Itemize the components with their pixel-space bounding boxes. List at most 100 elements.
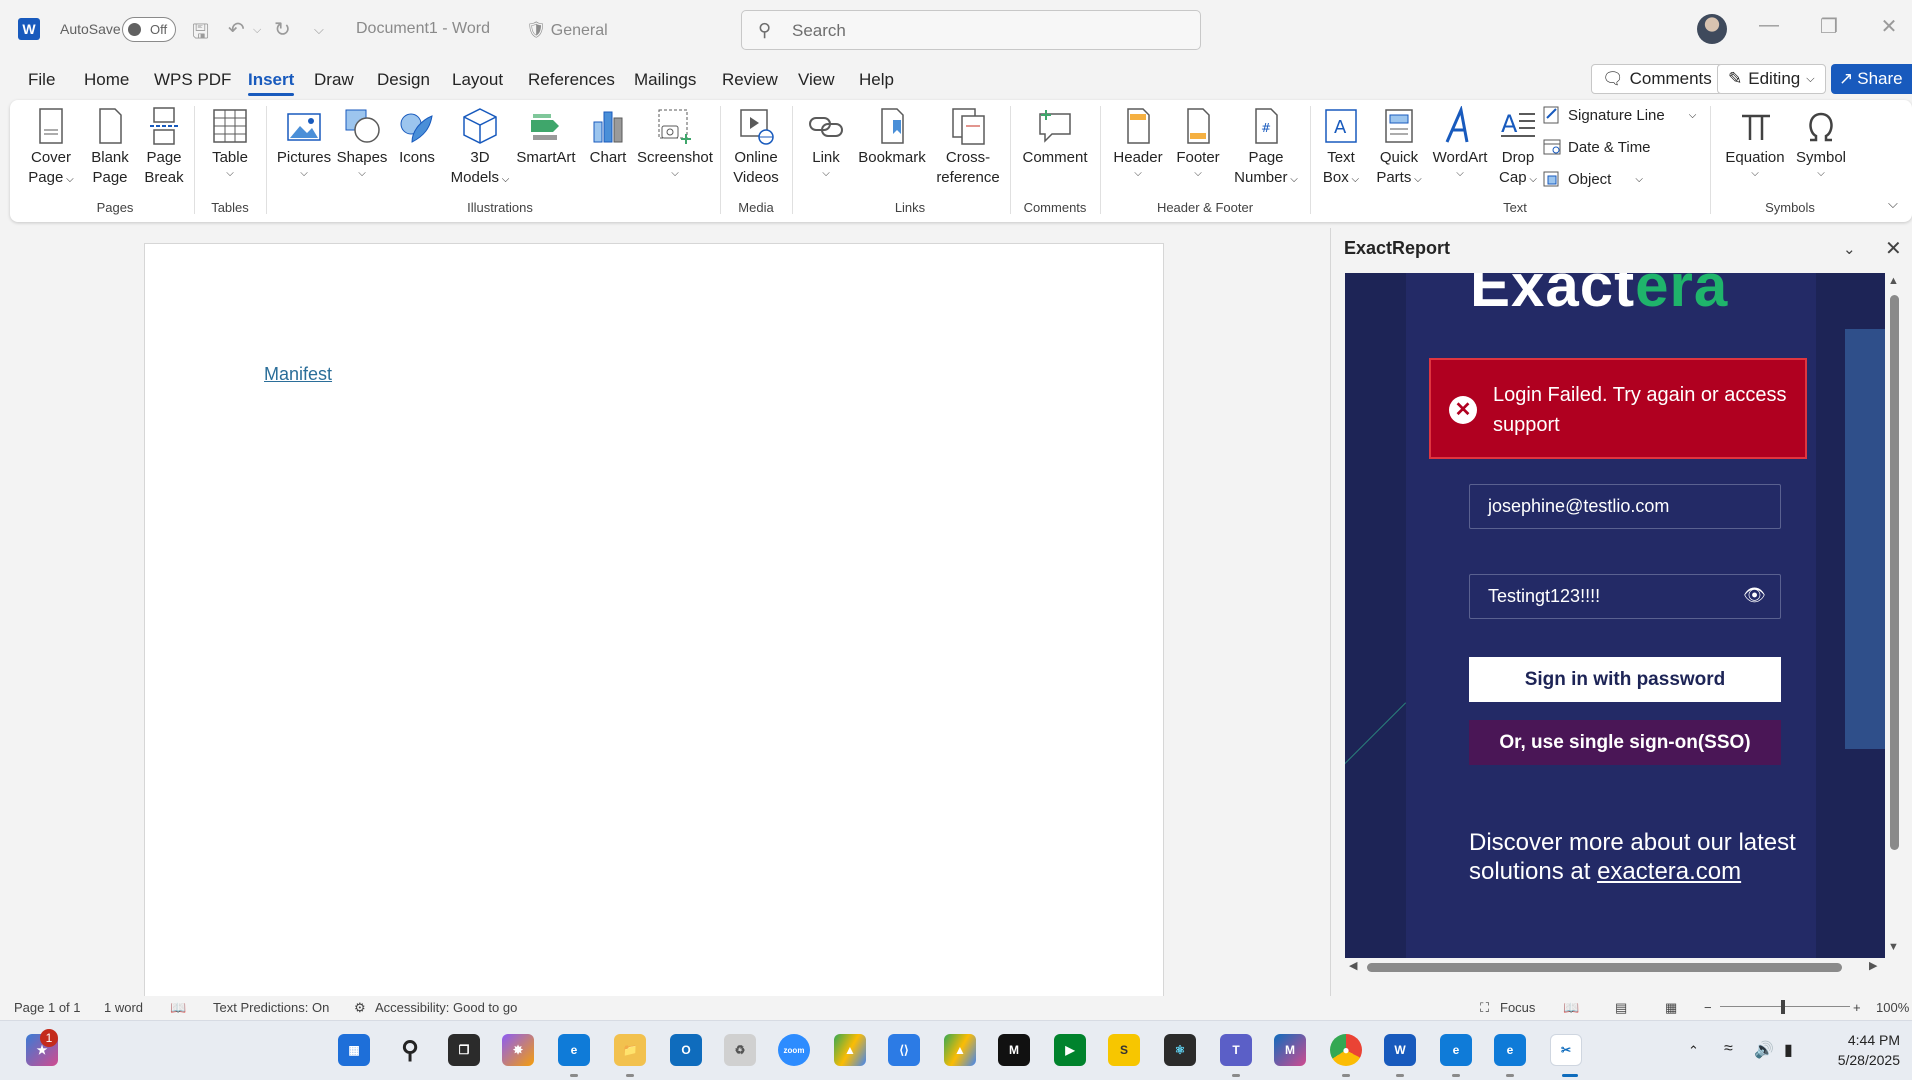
equation-button[interactable]: Equation ⌵ xyxy=(1722,106,1788,180)
scroll-left-icon[interactable]: ◀ xyxy=(1349,959,1357,972)
sign-in-button[interactable]: Sign in with password xyxy=(1469,657,1781,702)
wordart-button[interactable]: WordArt ⌵ xyxy=(1428,106,1492,180)
manifest-link[interactable]: Manifest xyxy=(264,364,332,385)
comment-button[interactable]: Comment xyxy=(1020,106,1090,168)
scroll-thumb[interactable] xyxy=(1367,963,1842,972)
m365-icon[interactable]: M xyxy=(1274,1034,1306,1066)
restore-icon[interactable]: ❐ xyxy=(1809,14,1849,39)
file-explorer-icon[interactable]: 📁 xyxy=(614,1034,646,1066)
redo-icon[interactable]: ↻ xyxy=(274,17,291,42)
signature-line-button[interactable]: Signature Line ⌵ xyxy=(1542,106,1696,124)
tab-file[interactable]: File xyxy=(28,70,55,90)
windows-start-icon[interactable]: ▦ xyxy=(338,1034,370,1066)
zoom-icon[interactable]: zoom xyxy=(778,1034,810,1066)
date-time-button[interactable]: Date & Time xyxy=(1542,138,1651,156)
eye-off-icon[interactable]: 👁 xyxy=(1743,585,1766,606)
document-page[interactable]: Manifest xyxy=(144,243,1164,1000)
undo-icon[interactable]: ↶ xyxy=(228,17,245,42)
page-break-button[interactable]: Page Break xyxy=(141,106,187,188)
minimize-icon[interactable]: — xyxy=(1749,14,1789,37)
shapes-button[interactable]: Shapes ⌵ xyxy=(335,106,389,180)
print-layout-icon[interactable]: ▤ xyxy=(1615,1000,1627,1016)
avatar[interactable] xyxy=(1697,14,1727,44)
teams-icon[interactable]: T xyxy=(1220,1034,1252,1066)
close-pane-icon[interactable]: ✕ xyxy=(1885,236,1902,261)
pictures-button[interactable]: Pictures ⌵ xyxy=(276,106,332,180)
proofing-icon[interactable]: 📖 xyxy=(170,1000,186,1016)
autosave-toggle[interactable]: Off xyxy=(122,17,176,42)
zoom-slider-thumb[interactable] xyxy=(1781,1000,1785,1014)
battery-icon[interactable]: ▮ xyxy=(1784,1040,1793,1060)
save-icon[interactable]: 🖫 xyxy=(192,17,209,51)
icons-button[interactable]: Icons xyxy=(395,106,439,168)
read-mode-icon[interactable]: 📖 xyxy=(1563,1000,1579,1016)
tab-references[interactable]: References xyxy=(528,70,615,90)
symbol-button[interactable]: Symbol ⌵ xyxy=(1792,106,1850,180)
bookmark-button[interactable]: Bookmark xyxy=(856,106,928,168)
edge-dev-icon[interactable]: e xyxy=(1440,1034,1472,1066)
smartart-button[interactable]: SmartArt xyxy=(514,106,578,168)
chart-button[interactable]: Chart xyxy=(586,106,630,168)
quick-parts-button[interactable]: Quick Parts ⌵ xyxy=(1372,106,1426,190)
scroll-right-icon[interactable]: ▶ xyxy=(1869,959,1877,972)
tab-home[interactable]: Home xyxy=(84,70,129,90)
search-input[interactable]: ⚲ Search xyxy=(741,10,1201,50)
link-button[interactable]: Link ⌵ xyxy=(806,106,846,180)
zoom-level[interactable]: 100% xyxy=(1876,1000,1909,1015)
drop-cap-button[interactable]: A Drop Cap ⌵ xyxy=(1494,106,1542,190)
close-window-icon[interactable]: ✕ xyxy=(1869,14,1909,39)
tab-mailings[interactable]: Mailings xyxy=(634,70,696,90)
edge-beta-icon[interactable]: e xyxy=(1494,1034,1526,1066)
sso-button[interactable]: Or, use single sign-on(SSO) xyxy=(1469,720,1781,765)
notion-m-icon[interactable]: M xyxy=(998,1034,1030,1066)
table-button[interactable]: Table ⌵ xyxy=(205,106,255,180)
3d-models-button[interactable]: 3D Models ⌵ xyxy=(448,106,512,190)
task-view-icon[interactable]: ❐ xyxy=(448,1034,480,1066)
recycle-bin-icon[interactable]: ♻ xyxy=(724,1034,756,1066)
sticky-app-icon[interactable]: S xyxy=(1108,1034,1140,1066)
exactera-link[interactable]: exactera.com xyxy=(1597,858,1741,885)
word-taskbar-icon[interactable]: W xyxy=(1384,1034,1416,1066)
tab-design[interactable]: Design xyxy=(377,70,430,90)
tab-help[interactable]: Help xyxy=(859,70,894,90)
zoom-in-icon[interactable]: + xyxy=(1853,1000,1861,1015)
react-app-icon[interactable]: ⚛ xyxy=(1164,1034,1196,1066)
scroll-down-icon[interactable]: ▼ xyxy=(1888,941,1899,953)
online-videos-button[interactable]: Online Videos xyxy=(728,106,784,188)
editing-button[interactable]: ✎ Editing ⌵ xyxy=(1717,64,1826,94)
zoom-slider[interactable] xyxy=(1720,1006,1850,1007)
word-count[interactable]: 1 word xyxy=(104,1000,143,1015)
header-button[interactable]: Header ⌵ xyxy=(1110,106,1166,180)
copilot-icon[interactable]: ✸ xyxy=(502,1034,534,1066)
horizontal-scrollbar[interactable]: ◀ ▶ xyxy=(1345,958,1885,976)
snipping-tool-icon[interactable]: ✂ xyxy=(1550,1034,1582,1066)
tab-draw[interactable]: Draw xyxy=(314,70,354,90)
zoom-out-icon[interactable]: − xyxy=(1704,1000,1712,1015)
text-box-button[interactable]: A Text Box ⌵ xyxy=(1316,106,1366,190)
screenshot-button[interactable]: Screenshot ⌵ xyxy=(635,106,715,180)
tab-view[interactable]: View xyxy=(798,70,835,90)
tab-insert[interactable]: Insert xyxy=(248,70,295,96)
vertical-scrollbar[interactable]: ▲ ▼ xyxy=(1885,273,1903,958)
google-drive-icon[interactable]: ▲ xyxy=(944,1034,976,1066)
footer-button[interactable]: Footer ⌵ xyxy=(1170,106,1226,180)
volume-icon[interactable]: 🔊 xyxy=(1754,1040,1774,1060)
cover-page-button[interactable]: Cover Page ⌵ xyxy=(25,106,77,190)
accessibility-status[interactable]: Accessibility: Good to go xyxy=(375,1000,517,1015)
vscode-icon[interactable]: ⟨⟩ xyxy=(888,1034,920,1066)
text-predictions[interactable]: Text Predictions: On xyxy=(213,1000,329,1015)
password-field[interactable]: Testingt123!!!! 👁 xyxy=(1469,574,1781,619)
pane-options-icon[interactable]: ⌄ xyxy=(1843,240,1856,258)
tab-layout[interactable]: Layout xyxy=(452,70,503,90)
web-layout-icon[interactable]: ▦ xyxy=(1665,1000,1677,1016)
wifi-icon[interactable]: ≈ xyxy=(1724,1040,1733,1058)
scroll-up-icon[interactable]: ▲ xyxy=(1888,275,1899,287)
undo-dropdown-icon[interactable]: ⌵ xyxy=(253,24,261,37)
system-clock[interactable]: 4:44 PM 5/28/2025 xyxy=(1820,1030,1900,1070)
blank-page-button[interactable]: Blank Page xyxy=(87,106,133,188)
show-hidden-icons[interactable]: ⌃ xyxy=(1688,1043,1699,1059)
edge-icon[interactable]: e xyxy=(558,1034,590,1066)
comments-button[interactable]: 🗨 Comments xyxy=(1591,64,1723,94)
object-button[interactable]: Object ⌵ xyxy=(1542,170,1643,188)
sensitivity-label[interactable]: 🛡 General xyxy=(526,20,608,40)
